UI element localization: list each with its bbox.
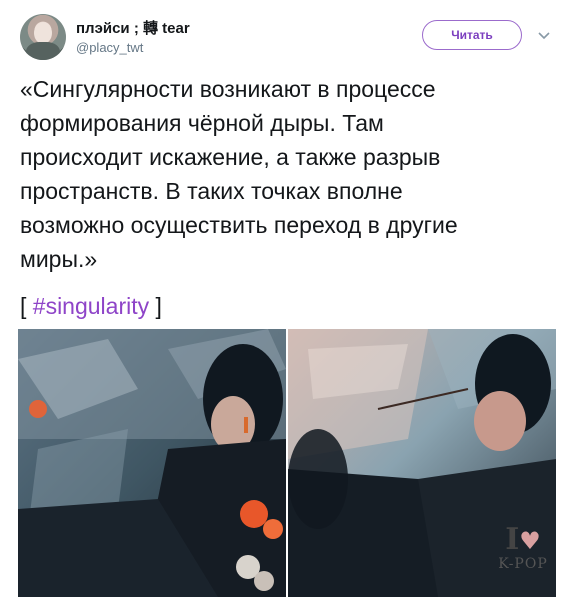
heart-icon: ♥	[519, 526, 541, 555]
tweet-line: «Сингулярности возникают в процессе	[20, 76, 436, 102]
tweet-line: происходит искажение, а также разрыв	[20, 144, 441, 170]
bracket-close: ]	[155, 293, 162, 319]
watermark-letter: I	[505, 522, 520, 557]
photo-grid: I♥ K-POP	[18, 329, 556, 597]
tweet-line: формирования чёрной дыры. Там	[20, 110, 384, 136]
name-row: плэйси ; 轉 tear	[76, 17, 190, 38]
display-name[interactable]: плэйси ; 轉 tear	[76, 17, 190, 38]
avatar-face	[34, 22, 52, 44]
avatar-body	[26, 42, 60, 60]
tweet-line: возможно осуществить переход в другие	[20, 212, 458, 238]
watermark-text: K-POP	[498, 556, 548, 572]
hashtag-link[interactable]: #singularity	[33, 293, 149, 319]
tweet-text: «Сингулярности возникают в процессе форм…	[20, 72, 560, 276]
chevron-down-icon[interactable]	[534, 26, 554, 46]
tweet-line: пространств. В таких точках вполне	[20, 178, 403, 204]
hashtag-line: [ #singularity ]	[20, 289, 162, 323]
tweet-line: миры.»	[20, 246, 98, 272]
user-handle[interactable]: @placy_twt	[76, 40, 143, 55]
follow-button[interactable]: Читать	[422, 20, 522, 50]
photo-right[interactable]: I♥ K-POP	[288, 329, 556, 597]
kpop-watermark: I♥ K-POP	[490, 525, 556, 591]
bracket-open: [	[20, 293, 27, 319]
avatar[interactable]	[20, 14, 66, 60]
tweet-header: плэйси ; 轉 tear @placy_twt Читать	[18, 12, 558, 64]
photo-left[interactable]	[18, 329, 286, 597]
